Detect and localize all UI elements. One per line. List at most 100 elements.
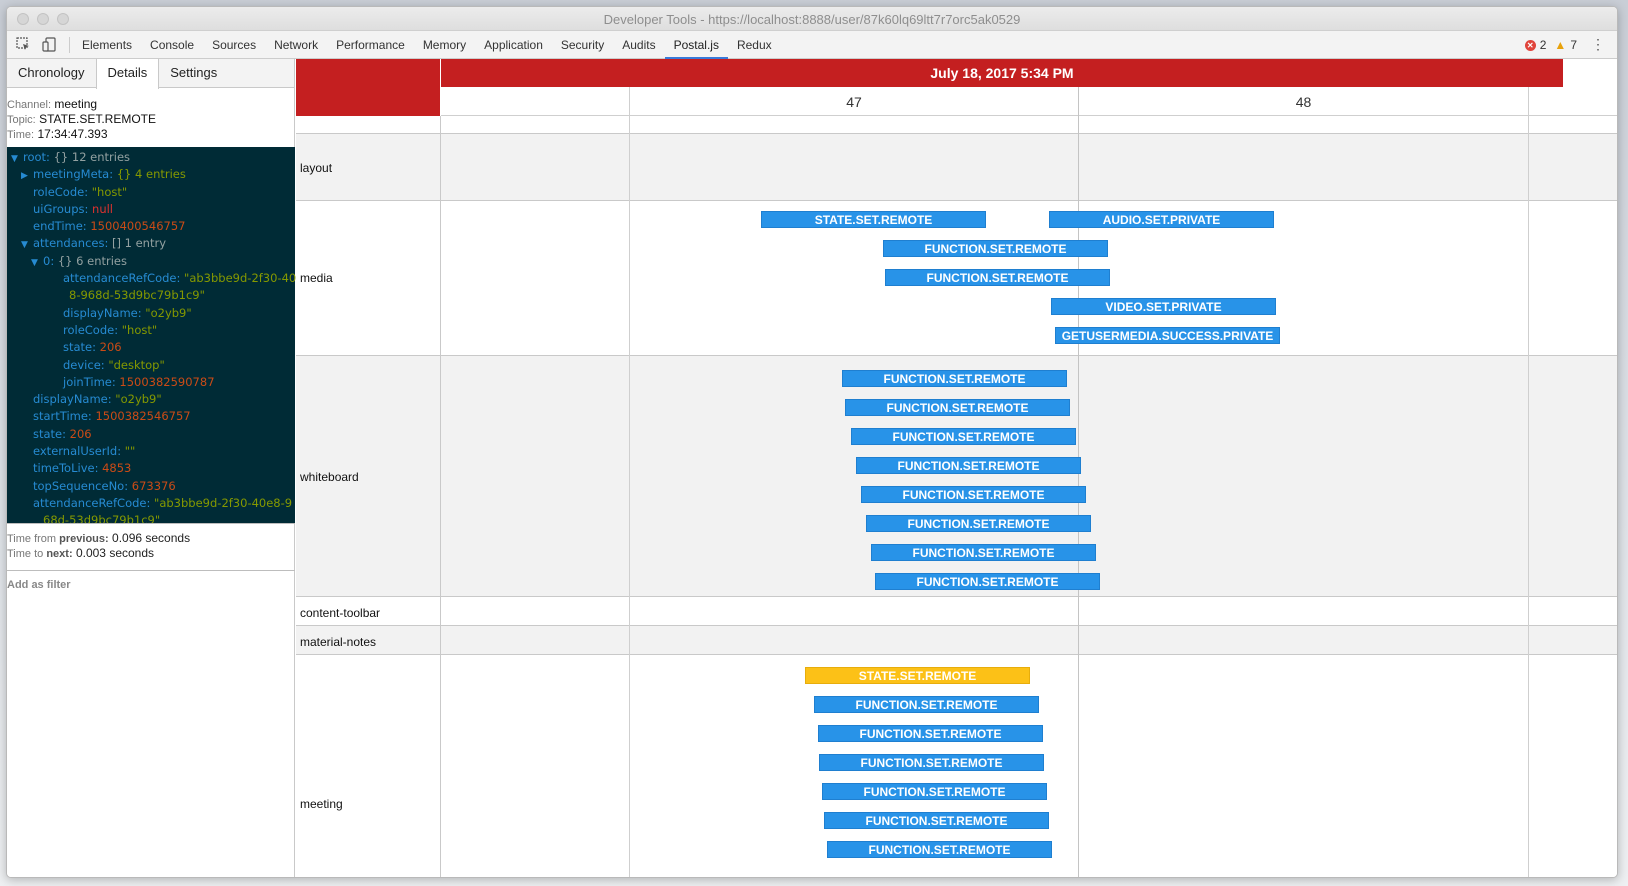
tab-memory[interactable]: Memory xyxy=(414,31,475,59)
inspect-element-icon[interactable] xyxy=(15,37,31,53)
tab-console[interactable]: Console xyxy=(141,31,203,59)
details-subtabs: Chronology Details Settings xyxy=(7,59,294,89)
tree-string-value: "ab3bbe9d-2f30-40e xyxy=(184,271,304,286)
event-bar[interactable]: GETUSERMEDIA.SUCCESS.PRIVATE xyxy=(1055,327,1280,344)
tab-application[interactable]: Application xyxy=(475,31,552,59)
tree-row: displayName: "o2yb9" xyxy=(7,305,295,322)
channel-label: Channel: xyxy=(7,99,52,111)
tree-string-value: "ab3bbe9d-2f30-40e8-9 xyxy=(154,495,293,510)
divider xyxy=(7,570,295,571)
event-bar[interactable]: FUNCTION.SET.REMOTE xyxy=(818,725,1043,742)
warning-count: 7 xyxy=(1570,38,1577,52)
lane-label: meeting xyxy=(300,797,343,811)
tree-number-value: 1500400546757 xyxy=(90,219,186,234)
timeline-date-header: July 18, 2017 5:34 PM xyxy=(441,59,1563,87)
tree-null-value: null xyxy=(92,201,113,216)
timeline-gridline xyxy=(629,87,630,877)
tree-row: topSequenceNo: 673376 xyxy=(7,478,295,495)
event-bar[interactable]: FUNCTION.SET.REMOTE xyxy=(822,783,1047,800)
tab-audits[interactable]: Audits xyxy=(613,31,664,59)
tree-row[interactable]: ▼ root: {} 12 entries xyxy=(7,149,295,166)
tree-number-value: 673376 xyxy=(131,478,176,493)
title-bar: Developer Tools - https://localhost:8888… xyxy=(7,7,1617,31)
event-bar[interactable]: FUNCTION.SET.REMOTE xyxy=(851,428,1076,445)
tree-key: state: xyxy=(63,340,97,355)
prev-label: Time from previous: xyxy=(7,533,109,545)
tree-row: state: 206 xyxy=(7,426,295,443)
panel-tabs: Elements Console Sources Network Performance… xyxy=(73,31,781,59)
event-bar[interactable]: FUNCTION.SET.REMOTE xyxy=(824,812,1049,829)
tab-postal-js[interactable]: Postal.js xyxy=(664,31,728,59)
message-meta: Channel: meeting Topic: STATE.SET.REMOTE… xyxy=(7,88,294,146)
tree-key: 0: xyxy=(43,253,55,268)
tree-row: displayName: "o2yb9" xyxy=(7,391,295,408)
event-bar[interactable]: AUDIO.SET.PRIVATE xyxy=(1049,211,1274,228)
tree-row[interactable]: ▼ 0: {} 6 entries xyxy=(7,253,295,270)
tree-string-value: "o2yb9" xyxy=(145,305,192,320)
event-bar[interactable]: FUNCTION.SET.REMOTE xyxy=(814,696,1039,713)
device-toolbar-icon[interactable] xyxy=(41,37,57,53)
tree-row: 68d-53d9bc79b1c9" xyxy=(7,512,295,529)
event-bar[interactable]: FUNCTION.SET.REMOTE xyxy=(845,399,1070,416)
event-bar[interactable]: FUNCTION.SET.REMOTE xyxy=(856,457,1081,474)
tab-redux[interactable]: Redux xyxy=(728,31,781,59)
subtab-details[interactable]: Details xyxy=(95,59,160,89)
devtools-window: Developer Tools - https://localhost:8888… xyxy=(6,6,1618,878)
tree-key: timeToLive: xyxy=(33,461,99,476)
subtab-settings[interactable]: Settings xyxy=(159,59,228,88)
timeline-corner xyxy=(296,59,440,116)
event-bar[interactable]: FUNCTION.SET.REMOTE xyxy=(875,573,1100,590)
tree-key: attendances: xyxy=(33,236,109,251)
console-status[interactable]: ✕ 2 ▲ 7 xyxy=(1524,38,1577,52)
tree-string-value: "host" xyxy=(91,184,128,199)
event-bar[interactable]: FUNCTION.SET.REMOTE xyxy=(871,544,1096,561)
more-options-icon[interactable]: ⋮ xyxy=(1591,36,1605,53)
event-bar[interactable]: FUNCTION.SET.REMOTE xyxy=(842,370,1067,387)
divider xyxy=(7,523,295,524)
add-as-filter-link[interactable]: Add as filter xyxy=(7,579,71,591)
event-bar[interactable]: STATE.SET.REMOTE xyxy=(805,667,1030,684)
timeline-lane: layout xyxy=(296,134,1617,201)
tree-number-value: 206 xyxy=(69,426,92,441)
event-bar[interactable]: FUNCTION.SET.REMOTE xyxy=(866,515,1091,532)
topic-label: Topic: xyxy=(7,114,36,126)
event-bar[interactable]: STATE.SET.REMOTE xyxy=(761,211,986,228)
tree-row: 8-968d-53d9bc79b1c9" xyxy=(7,287,295,304)
tree-row: uiGroups: null xyxy=(7,201,295,218)
event-bar[interactable]: FUNCTION.SET.REMOTE xyxy=(885,269,1110,286)
tab-security[interactable]: Security xyxy=(552,31,613,59)
toolbar-divider xyxy=(69,37,70,53)
timeline-lane: material-notes xyxy=(296,626,1617,655)
tab-network[interactable]: Network xyxy=(265,31,327,59)
error-icon: ✕ xyxy=(1524,39,1536,51)
next-value: 0.003 seconds xyxy=(75,546,155,560)
tree-key: attendanceRefCode: xyxy=(33,495,151,510)
tree-row[interactable]: ▶ meetingMeta: {} 4 entries xyxy=(7,166,295,183)
event-bar[interactable]: FUNCTION.SET.REMOTE xyxy=(827,841,1052,858)
timeline-panel: July 18, 2017 5:34 PM layout media whitebo… xyxy=(296,59,1617,877)
tree-key: topSequenceNo: xyxy=(33,478,129,493)
timing-info: Time from previous: 0.096 seconds Time t… xyxy=(7,529,295,561)
event-bar[interactable]: FUNCTION.SET.REMOTE xyxy=(819,754,1044,771)
event-bar[interactable]: FUNCTION.SET.REMOTE xyxy=(861,486,1086,503)
data-tree: ▼ root: {} 12 entries ▶ meetingMeta: {} 4 … xyxy=(7,147,303,527)
tree-string-value: "" xyxy=(124,444,136,459)
event-bar[interactable]: VIDEO.SET.PRIVATE xyxy=(1051,298,1276,315)
tree-number-value: 1500382590787 xyxy=(119,374,215,389)
tree-number-value: 1500382546757 xyxy=(95,409,191,424)
tree-row: externalUserId: "" xyxy=(7,443,295,460)
tab-sources[interactable]: Sources xyxy=(203,31,265,59)
subtab-chronology[interactable]: Chronology xyxy=(7,59,96,88)
tree-key: root: xyxy=(23,150,50,164)
event-bar[interactable]: FUNCTION.SET.REMOTE xyxy=(883,240,1108,257)
lane-label: media xyxy=(300,271,333,285)
lane-label: layout xyxy=(300,161,333,175)
tree-key: displayName: xyxy=(33,392,112,407)
tab-elements[interactable]: Elements xyxy=(73,31,141,59)
minute-header: 47 xyxy=(630,87,1078,116)
tree-meta: {} 6 entries xyxy=(57,253,127,268)
tree-row[interactable]: ▼ attendances: [] 1 entry xyxy=(7,235,295,252)
tab-performance[interactable]: Performance xyxy=(327,31,414,59)
timeline-gridline xyxy=(440,116,441,877)
time-value: 17:34:47.393 xyxy=(37,127,108,141)
